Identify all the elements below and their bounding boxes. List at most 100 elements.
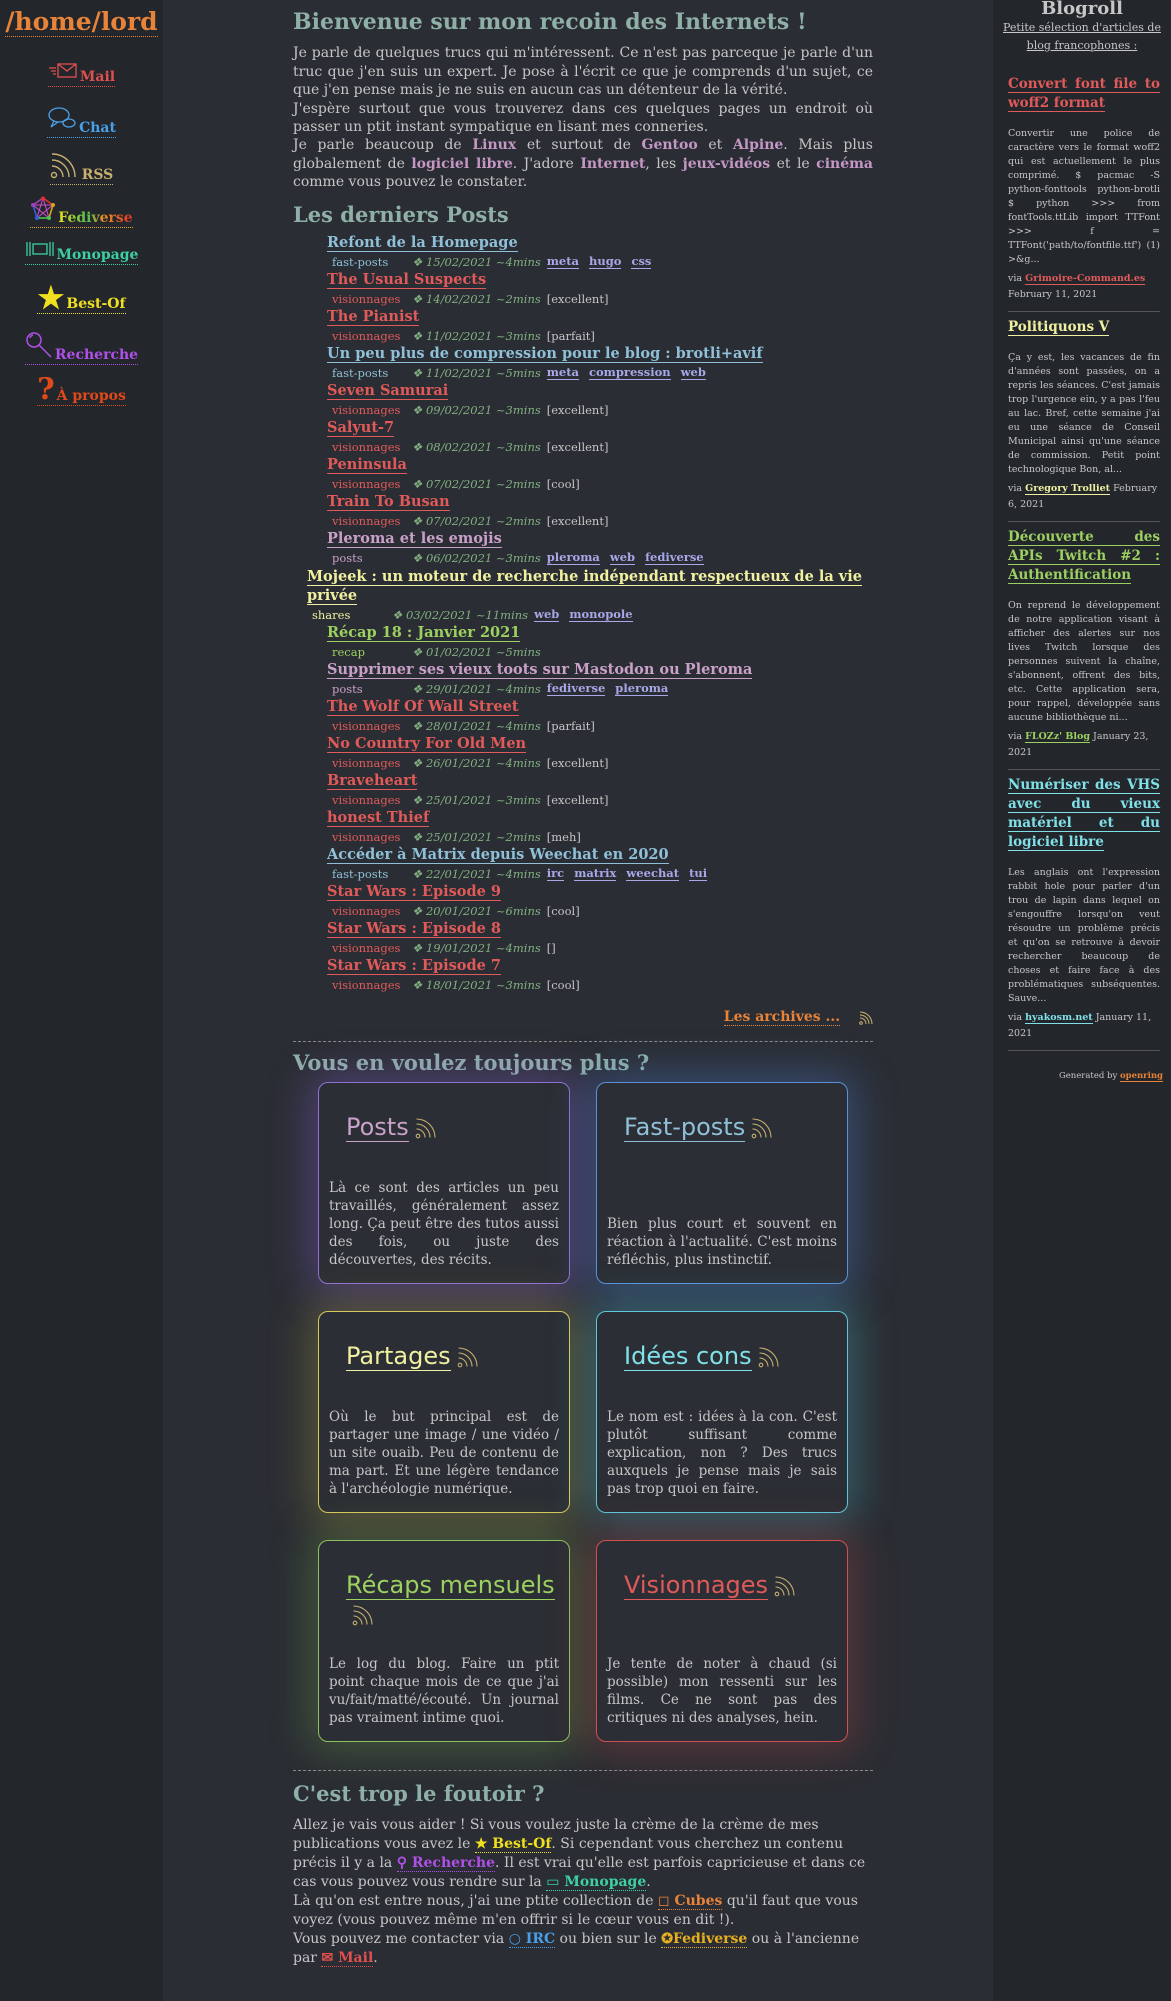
rss-icon[interactable]	[859, 1011, 873, 1030]
card-description: Bien plus court et souvent en réaction à…	[607, 1216, 837, 1269]
post-tag[interactable]: web	[534, 607, 560, 622]
site-title[interactable]: /home/lord	[5, 8, 158, 37]
post-category: visionnages	[332, 755, 401, 770]
post-tag[interactable]: monopole	[569, 607, 633, 622]
post-title-link[interactable]: Star Wars : Episode 9	[327, 883, 501, 902]
blogroll-source-link[interactable]: hyakosm.net	[1025, 1012, 1093, 1024]
post-title-link[interactable]: Seven Samurai	[327, 382, 449, 401]
post-category: visionnages	[332, 718, 401, 733]
rss-icon[interactable]	[415, 1117, 437, 1146]
post-tag[interactable]: css	[631, 254, 652, 269]
post-date: ❖ 11/02/2021 ~5mins	[412, 365, 541, 380]
post-title-link[interactable]: Récap 18 : Janvier 2021	[327, 624, 521, 643]
recherche-link[interactable]: Recherche	[24, 331, 139, 365]
main-nav: Mail Chat RSS Fediverse Monopage ★ Best-…	[0, 61, 163, 421]
rss-icon[interactable]	[774, 1575, 796, 1604]
blogroll-source-link[interactable]: FLOZz' Blog	[1025, 731, 1090, 743]
irc-inline-link[interactable]: ○ IRC	[508, 1930, 556, 1948]
blogroll-entry-title[interactable]: Découverte des APIs Twitch #2 : Authenti…	[1008, 529, 1160, 584]
post-title-link[interactable]: Mojeek : un moteur de recherche indépend…	[307, 568, 862, 606]
post-category: visionnages	[332, 829, 401, 844]
post-title-link[interactable]: Star Wars : Episode 7	[327, 957, 501, 976]
post-category: visionnages	[332, 940, 401, 955]
card-title-link[interactable]: Récaps mensuels	[346, 1571, 555, 1601]
rss-icon[interactable]	[457, 1346, 479, 1375]
post-tag[interactable]: web	[680, 365, 706, 380]
link-gentoo[interactable]: Gentoo	[642, 137, 698, 153]
archives-link[interactable]: Les archives ...	[723, 1009, 841, 1027]
card-title-link[interactable]: Idées cons	[624, 1342, 752, 1372]
post-tag[interactable]: pleroma	[615, 681, 669, 696]
monopage-link[interactable]: Monopage	[24, 241, 139, 265]
rss-icon[interactable]	[758, 1346, 780, 1375]
post-title-link[interactable]: No Country For Old Men	[327, 735, 527, 754]
post-tag[interactable]: meta	[546, 365, 579, 380]
post-category: recap	[332, 644, 365, 659]
post-tag[interactable]: weechat	[626, 866, 680, 881]
card-title-link[interactable]: Partages	[346, 1342, 451, 1372]
post-title-link[interactable]: Un peu plus de compression pour le blog …	[327, 345, 763, 364]
fediverse-link[interactable]: Fediverse	[30, 195, 133, 228]
post-date: ❖ 07/02/2021 ~2mins	[412, 476, 541, 491]
post-tag[interactable]: web	[609, 550, 636, 565]
post-rating: [cool]	[546, 903, 580, 918]
post-title-link[interactable]: Star Wars : Episode 8	[327, 920, 501, 939]
fediverse-inline-link[interactable]: ✪Fediverse	[661, 1930, 748, 1948]
card-title-link[interactable]: Fast-posts	[624, 1113, 746, 1143]
link-alpine[interactable]: Alpine	[733, 137, 783, 153]
post-tag[interactable]: matrix	[574, 866, 617, 881]
post-date: ❖ 26/01/2021 ~4mins	[412, 755, 541, 770]
bestof-link[interactable]: ★ Best-Of	[37, 283, 126, 314]
post-tag[interactable]: fediverse	[546, 681, 606, 696]
post-date: ❖ 18/01/2021 ~3mins	[412, 977, 541, 992]
blogroll-list: Convert font file to woff2 format Convert…	[1008, 69, 1160, 1051]
rss-icon[interactable]	[751, 1117, 773, 1146]
post-title-link[interactable]: Peninsula	[327, 456, 407, 475]
monopage-inline-link[interactable]: ▭ Monopage	[546, 1873, 647, 1891]
link-linux[interactable]: Linux	[472, 137, 516, 153]
post-title-link[interactable]: Train To Busan	[327, 493, 450, 512]
post-tag[interactable]: meta	[546, 254, 579, 269]
post-tag[interactable]: hugo	[589, 254, 622, 269]
post-title-link[interactable]: The Wolf Of Wall Street	[327, 698, 519, 717]
post-title-link[interactable]: The Usual Suspects	[327, 271, 487, 290]
post-tag[interactable]: compression	[589, 365, 671, 380]
link-internet[interactable]: Internet	[580, 156, 645, 172]
card-description: Là ce sont des articles un peu travaillé…	[329, 1180, 559, 1269]
blogroll-entry-title[interactable]: Numériser des VHS avec du vieux matériel…	[1008, 777, 1160, 851]
blogroll-source-link[interactable]: Gregory Trolliet	[1025, 483, 1111, 495]
link-logiciel-libre[interactable]: logiciel libre	[411, 156, 512, 172]
recherche-inline-link[interactable]: ⚲ Recherche	[396, 1854, 496, 1872]
blogroll-source-link[interactable]: Grimoire-Command.es	[1025, 273, 1146, 285]
chat-link[interactable]: Chat	[47, 106, 116, 138]
post-title-link[interactable]: Supprimer ses vieux toots sur Mastodon o…	[327, 661, 753, 680]
openring-link[interactable]: openring	[1119, 1071, 1163, 1082]
blogroll-entry-title[interactable]: Politiquons V	[1008, 319, 1110, 336]
card-title-link[interactable]: Visionnages	[624, 1571, 769, 1601]
post-title-link[interactable]: Salyut-7	[327, 419, 395, 438]
post-tag[interactable]: fediverse	[645, 550, 704, 565]
post-title-link[interactable]: The Pianist	[327, 308, 420, 327]
post-tag[interactable]: irc	[546, 866, 565, 881]
mail-inline-link[interactable]: ✉ Mail	[321, 1949, 374, 1967]
post-meta: fast-posts ❖ 15/02/2021 ~4mins meta hugo css	[327, 253, 873, 272]
post-tag[interactable]: tui	[689, 866, 708, 881]
post-tag[interactable]: pleroma	[546, 550, 600, 565]
link-jeux-videos[interactable]: jeux-vidéos	[683, 156, 770, 172]
blogroll-entry-title[interactable]: Convert font file to woff2 format	[1008, 76, 1160, 112]
post-title-link[interactable]: Accéder à Matrix depuis Weechat en 2020	[327, 846, 669, 865]
post-title-link[interactable]: Refont de la Homepage	[327, 234, 518, 253]
rss-link[interactable]: RSS	[49, 151, 114, 185]
bestof-inline-link[interactable]: ★ Best-Of	[474, 1835, 552, 1853]
apropos-link[interactable]: ? À propos	[37, 374, 126, 406]
mail-link[interactable]: Mail	[47, 61, 116, 87]
post-title-link[interactable]: honest Thief	[327, 809, 430, 828]
post-title-link[interactable]: Braveheart	[327, 772, 418, 791]
rss-icon[interactable]	[352, 1604, 374, 1633]
cubes-inline-link[interactable]: ◻ Cubes	[657, 1892, 723, 1910]
posts-list: Refont de la Homepage fast-posts ❖ 15/02/2…	[293, 234, 873, 994]
link-cinema[interactable]: cinéma	[816, 156, 873, 172]
card-title-link[interactable]: Posts	[346, 1113, 409, 1143]
post-date: ❖ 14/02/2021 ~2mins	[412, 291, 541, 306]
post-title-link[interactable]: Pleroma et les emojis	[327, 530, 502, 549]
